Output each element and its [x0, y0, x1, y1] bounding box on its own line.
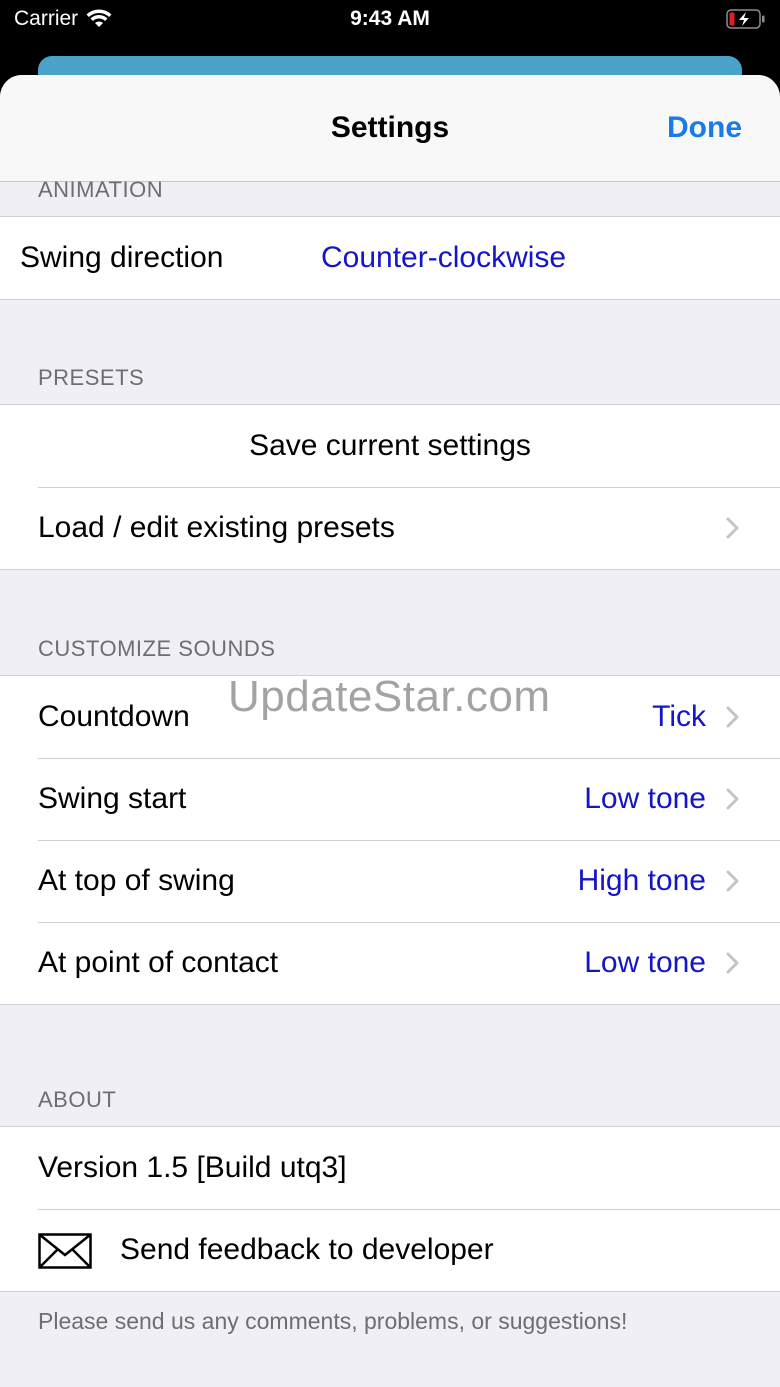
status-time: 9:43 AM — [350, 7, 430, 30]
settings-sheet: Settings Done ANIMATION Swing direction … — [0, 75, 780, 1387]
sound-value: Low tone — [584, 946, 706, 979]
watermark-text: UpdateStar.com — [228, 672, 551, 721]
save-settings-row[interactable]: Save current settings — [0, 405, 780, 487]
sound-label: Countdown — [38, 700, 190, 733]
chevron-right-icon — [726, 706, 739, 728]
sound-label: At point of contact — [38, 946, 279, 979]
chevron-right-icon — [726, 517, 739, 539]
section-header-about: ABOUT — [38, 1087, 117, 1112]
version-row: Version 1.5 [Build utq3] — [0, 1127, 780, 1209]
sounds-group: Countdown Tick Swing start Low tone At t… — [0, 675, 780, 1005]
status-bar: Carrier 9:43 AM — [0, 0, 780, 40]
chevron-right-icon — [726, 870, 739, 892]
battery-charging-icon — [726, 9, 765, 29]
sound-row-swing-start[interactable]: Swing start Low tone — [0, 758, 780, 840]
page-title: Settings — [330, 111, 450, 144]
presets-group: Save current settings Load / edit existi… — [0, 404, 780, 570]
sound-value: Tick — [652, 700, 706, 733]
swing-direction-label: Swing direction — [20, 241, 224, 274]
done-button[interactable]: Done — [667, 111, 742, 145]
section-header-sounds: CUSTOMIZE SOUNDS — [38, 636, 276, 661]
load-presets-label: Load / edit existing presets — [38, 511, 395, 544]
animation-group: Swing direction Counter-clockwise — [0, 216, 780, 300]
about-group: Version 1.5 [Build utq3] Send feedback t… — [0, 1126, 780, 1292]
swing-direction-row[interactable]: Swing direction Counter-clockwise — [0, 217, 780, 299]
feedback-row[interactable]: Send feedback to developer — [0, 1209, 780, 1291]
swing-direction-value[interactable]: Counter-clockwise — [321, 217, 566, 299]
chevron-right-icon — [726, 952, 739, 974]
section-header-animation: ANIMATION — [38, 177, 164, 202]
sound-value: Low tone — [584, 782, 706, 815]
version-label: Version 1.5 [Build utq3] — [38, 1151, 347, 1184]
sound-row-point-of-contact[interactable]: At point of contact Low tone — [0, 922, 780, 1004]
sound-row-top-of-swing[interactable]: At top of swing High tone — [0, 840, 780, 922]
chevron-right-icon — [726, 788, 739, 810]
save-settings-button[interactable]: Save current settings — [0, 405, 780, 487]
sound-value: High tone — [577, 864, 706, 897]
sound-label: Swing start — [38, 782, 187, 815]
navigation-bar: Settings Done — [0, 75, 780, 182]
sound-label: At top of swing — [38, 864, 235, 897]
feedback-label: Send feedback to developer — [120, 1233, 494, 1266]
about-footer: Please send us any comments, problems, o… — [38, 1308, 628, 1334]
envelope-icon — [38, 1233, 92, 1269]
load-presets-row[interactable]: Load / edit existing presets — [0, 487, 780, 569]
section-header-presets: PRESETS — [38, 365, 145, 390]
